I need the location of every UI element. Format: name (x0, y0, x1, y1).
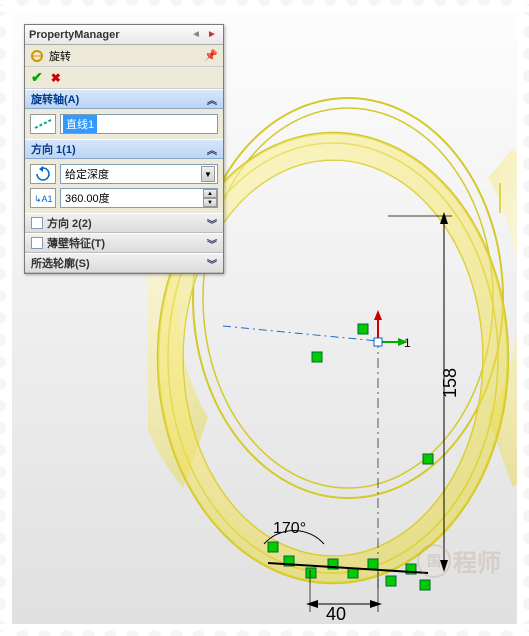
dim-width[interactable]: 40 (326, 604, 346, 625)
spinner-down[interactable]: ▼ (203, 198, 217, 207)
dropdown-arrow-icon: ▼ (201, 166, 215, 182)
angle-icon: ↳A1 (30, 188, 56, 208)
cancel-button[interactable]: ✖ (51, 71, 61, 85)
next-icon[interactable]: ► (205, 28, 219, 42)
axis-value: 直线1 (63, 115, 97, 133)
dim-angle[interactable]: 170° (273, 520, 306, 538)
spinner-up[interactable]: ▲ (203, 189, 217, 198)
watermark: 国 程师 (417, 543, 501, 578)
section-axis-body: 直线1 (25, 109, 223, 139)
panel-title-bar: PropertyManager ◄ ► (25, 25, 223, 45)
feature-label: 旋转 (49, 48, 71, 64)
dir2-checkbox[interactable] (31, 217, 43, 229)
axis-input[interactable]: 直线1 (60, 114, 218, 134)
section-axis-header[interactable]: 旋转轴(A) ︽ (25, 89, 223, 109)
panel-title: PropertyManager (29, 29, 119, 41)
section-contour-header[interactable]: 所选轮廓(S) ︾ (25, 253, 223, 273)
revolve-icon (29, 48, 45, 64)
pin-icon[interactable]: 📌 (203, 48, 219, 64)
dim-height[interactable]: 158 (440, 368, 461, 398)
section-dir2-header[interactable]: 方向 2(2) ︾ (25, 213, 223, 233)
ok-button[interactable]: ✔ (31, 69, 43, 86)
chevron-up-icon: ︽ (207, 92, 217, 107)
chevron-down-icon: ︾ (207, 216, 217, 231)
feature-row: 旋转 📌 (25, 45, 223, 67)
svg-text:↳A1: ↳A1 (34, 194, 53, 204)
chevron-up-icon: ︽ (207, 142, 217, 157)
end-condition-dropdown[interactable]: 给定深度 ▼ (60, 164, 218, 184)
section-dir1-header[interactable]: 方向 1(1) ︽ (25, 139, 223, 159)
confirm-row: ✔ ✖ (25, 67, 223, 89)
origin-label: 1 (404, 336, 411, 350)
viewport[interactable]: 158 40 170° 1 PropertyManager ◄ ► 旋转 📌 ✔… (8, 8, 521, 628)
end-condition-value: 给定深度 (65, 166, 109, 182)
reverse-icon[interactable] (30, 164, 56, 184)
axis-icon (30, 114, 56, 134)
section-thin-header[interactable]: 薄壁特征(T) ︾ (25, 233, 223, 253)
chevron-down-icon: ︾ (207, 236, 217, 251)
prev-icon[interactable]: ◄ (189, 28, 203, 42)
section-dir1-body: 给定深度 ▼ ↳A1 360.00度 ▲ ▼ (25, 159, 223, 213)
chevron-down-icon: ︾ (207, 256, 217, 271)
angle-value: 360.00度 (65, 190, 110, 206)
angle-input[interactable]: 360.00度 ▲ ▼ (60, 188, 218, 208)
thin-checkbox[interactable] (31, 237, 43, 249)
property-manager-panel: PropertyManager ◄ ► 旋转 📌 ✔ ✖ 旋转轴(A) ︽ (24, 24, 224, 274)
